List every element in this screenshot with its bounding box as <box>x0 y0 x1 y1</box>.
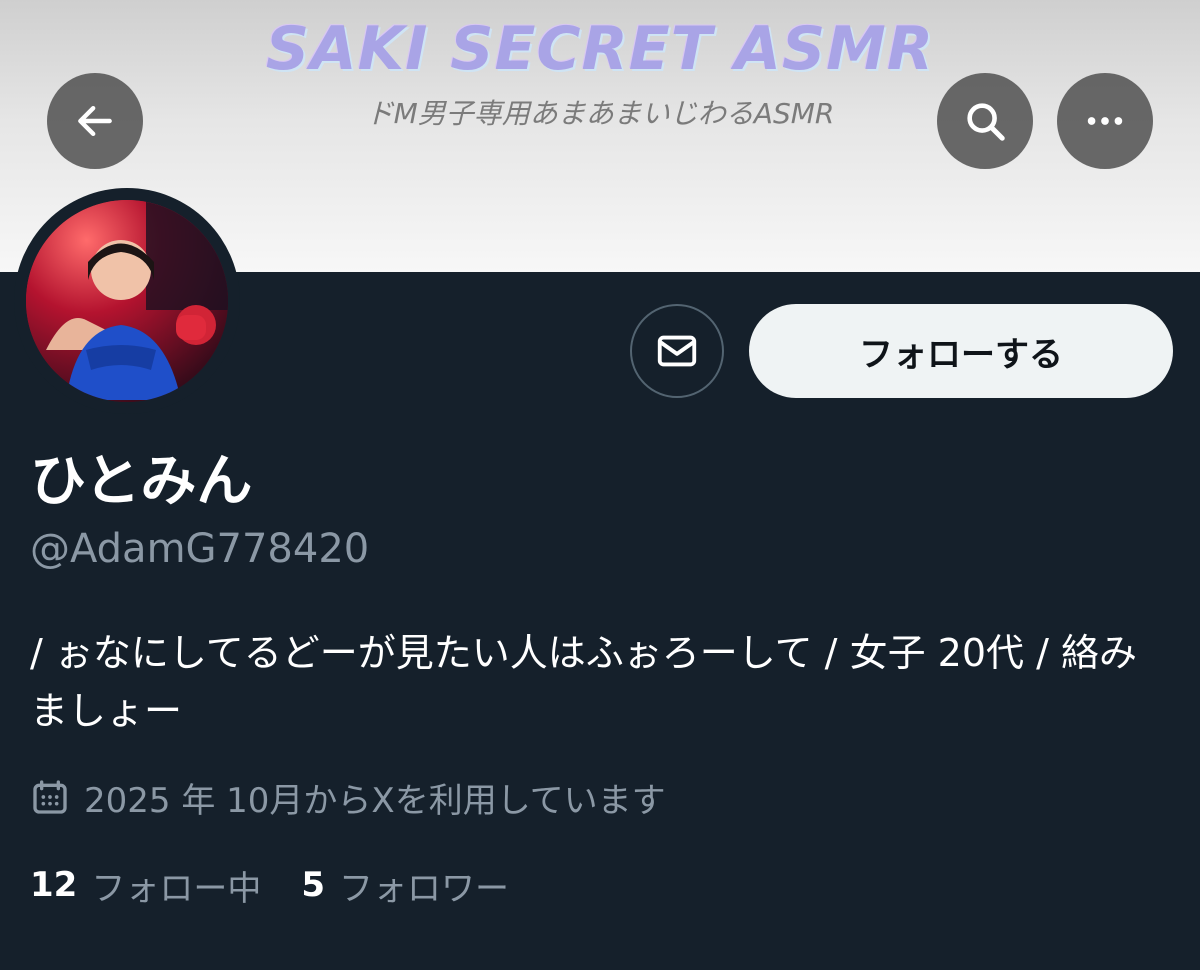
arrow-left-icon <box>78 105 112 137</box>
avatar[interactable] <box>14 188 240 414</box>
avatar-image <box>26 200 228 402</box>
profile-stats: 12 フォロー中 5 フォロワー <box>30 860 549 910</box>
follow-button[interactable]: フォローする <box>749 304 1173 398</box>
back-button[interactable] <box>47 73 143 169</box>
avatar-photo-illustration <box>26 200 228 402</box>
following-label: フォロー中 <box>91 868 262 909</box>
more-horizontal-icon <box>1087 117 1123 125</box>
mail-icon <box>657 335 697 367</box>
calendar-icon <box>33 780 67 814</box>
banner-title: SAKI SECRET ASMR <box>265 14 935 84</box>
user-handle: @AdamG778420 <box>30 526 370 572</box>
following-link[interactable]: 12 フォロー中 <box>30 861 261 910</box>
search-button[interactable] <box>937 73 1033 169</box>
message-button[interactable] <box>630 304 724 398</box>
join-date: 2025 年 10月からXを利用しています <box>30 772 666 822</box>
display-name: ひとみん <box>30 449 253 514</box>
followers-link[interactable]: 5 フォロワー <box>301 861 509 910</box>
profile-bio: / ぉなにしてるどーが見たい人はふぉろーして / 女子 20代 / 絡みましょー <box>30 631 1137 733</box>
followers-count: 5 <box>301 865 325 905</box>
search-icon <box>967 103 1005 141</box>
join-date-text: 2025 年 10月からXを利用しています <box>84 780 666 821</box>
more-options-button[interactable] <box>1057 73 1153 169</box>
profile-page: SAKI SECRET ASMR ドM男子専用あまあまいじわるASMR フォロー… <box>0 0 1200 970</box>
following-count: 12 <box>30 865 78 905</box>
followers-label: フォロワー <box>339 868 509 909</box>
